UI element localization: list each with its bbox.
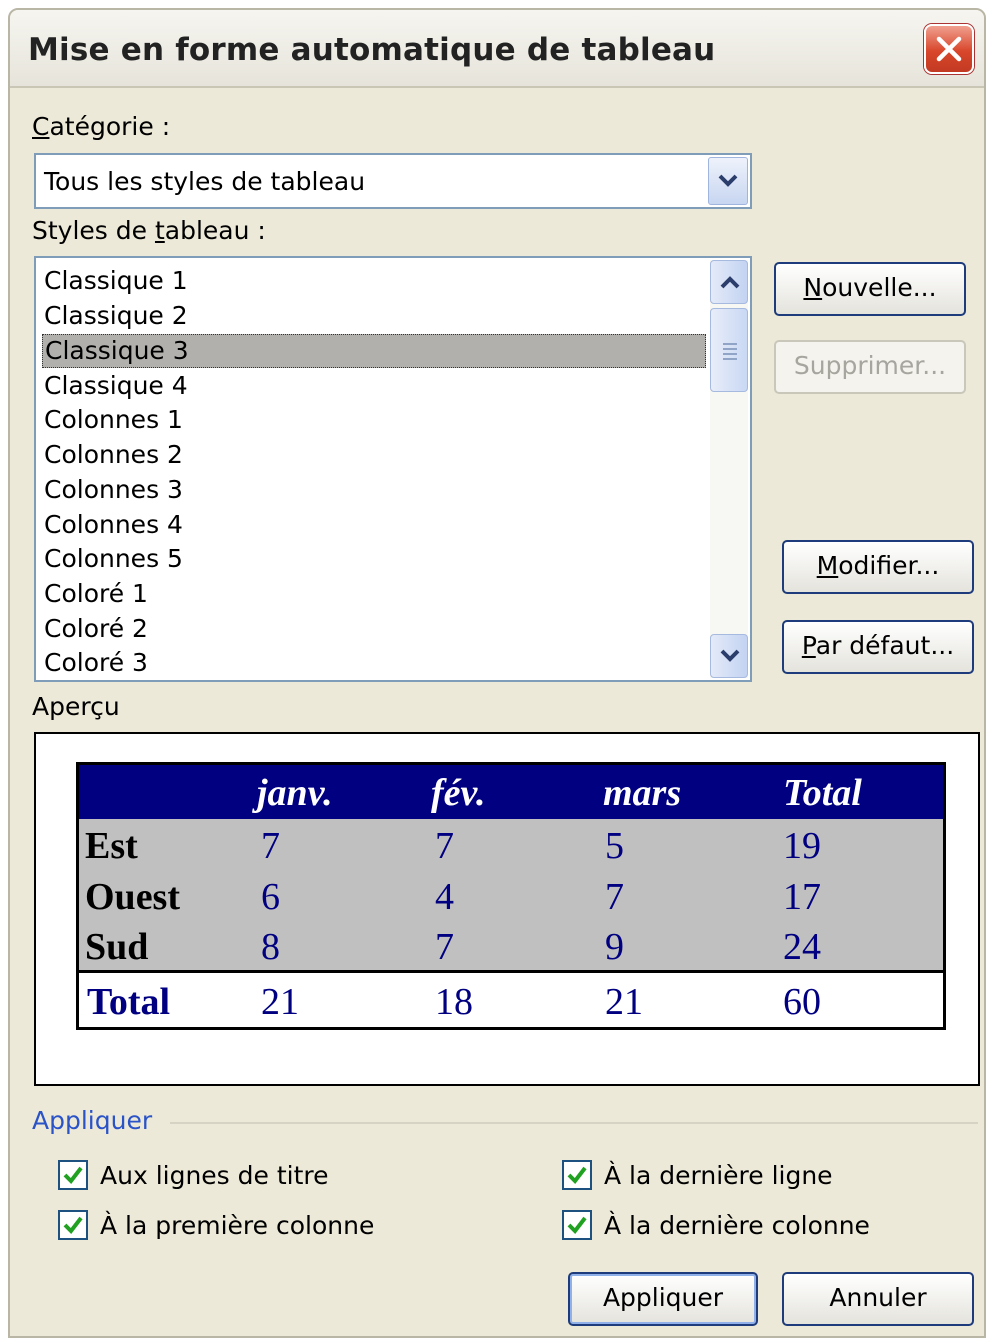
chevron-down-icon (720, 649, 740, 662)
scroll-down-button[interactable] (710, 634, 748, 678)
checkmark-icon (63, 1166, 83, 1185)
data-cell: 6 (261, 876, 280, 918)
category-label: Catégorie : (32, 112, 171, 141)
row-header: Sud (85, 926, 149, 968)
autoformat-dialog: Mise en forme automatique de tableau Cat… (8, 8, 986, 1338)
checkmark-icon (63, 1216, 83, 1235)
scroll-up-button[interactable] (710, 260, 748, 304)
header-cell: janv. (257, 772, 333, 814)
total-label: Total (87, 981, 171, 1023)
data-cell: 7 (261, 825, 280, 867)
list-item[interactable]: Coloré 3 (42, 646, 706, 680)
data-cell: 7 (605, 876, 624, 918)
checkbox[interactable] (58, 1210, 88, 1240)
list-item[interactable]: Coloré 1 (42, 577, 706, 611)
preview-panel: janv. fév. mars Total Est 7 7 5 19 Ouest… (34, 732, 980, 1086)
checkbox-header-rows[interactable]: Aux lignes de titre (58, 1160, 329, 1190)
list-item-selected[interactable]: Classique 3 (42, 334, 706, 368)
checkmark-icon (567, 1166, 587, 1185)
total-cell: 60 (783, 981, 821, 1023)
styles-label: Styles de tableau : (32, 216, 266, 245)
new-style-button[interactable]: Nouvelle... (774, 262, 966, 316)
list-item[interactable]: Colonnes 3 (42, 473, 706, 507)
checkbox-first-column[interactable]: À la première colonne (58, 1210, 374, 1240)
row-header: Ouest (85, 876, 180, 918)
apply-group-label: Appliquer (32, 1106, 153, 1135)
preview-label: Aperçu (32, 692, 120, 721)
modify-style-button[interactable]: Modifier... (782, 540, 974, 594)
header-cell: mars (603, 772, 682, 814)
data-cell: 8 (261, 926, 280, 968)
data-cell: 7 (435, 926, 454, 968)
chevron-down-icon (718, 174, 738, 187)
apply-button[interactable]: Appliquer (568, 1272, 758, 1326)
list-item[interactable]: Colonnes 1 (42, 403, 706, 437)
grip-line (723, 358, 737, 360)
list-item[interactable]: Coloré 2 (42, 612, 706, 646)
data-cell: 19 (783, 825, 821, 867)
total-cell: 21 (605, 981, 643, 1023)
preview-table: janv. fév. mars Total Est 7 7 5 19 Ouest… (76, 762, 946, 1030)
close-icon (936, 36, 962, 62)
checkbox-label: Aux lignes de titre (100, 1160, 329, 1190)
delete-style-button[interactable]: Supprimer... (774, 340, 966, 394)
checkbox-label: À la dernière colonne (604, 1210, 870, 1240)
list-item[interactable]: Colonnes 5 (42, 542, 706, 576)
data-cell: 17 (783, 876, 821, 918)
checkbox[interactable] (562, 1210, 592, 1240)
styles-list[interactable]: Classique 1 Classique 2 Classique 3 Clas… (34, 256, 752, 682)
checkbox-last-row[interactable]: À la dernière ligne (562, 1160, 833, 1190)
list-item[interactable]: Classique 1 (42, 264, 706, 298)
category-select[interactable]: Tous les styles de tableau (34, 153, 752, 209)
preview-body: Est 7 7 5 19 Ouest 6 4 7 17 Sud 8 7 9 24 (79, 819, 943, 973)
row-header: Est (85, 825, 138, 867)
list-item[interactable]: Classique 4 (42, 369, 706, 403)
title-bar: Mise en forme automatique de tableau (10, 10, 984, 88)
checkmark-icon (567, 1216, 587, 1235)
checkbox-last-column[interactable]: À la dernière colonne (562, 1210, 870, 1240)
grip-line (723, 353, 737, 355)
data-cell: 4 (435, 876, 454, 918)
group-divider (170, 1122, 978, 1124)
data-cell: 9 (605, 926, 624, 968)
scroll-thumb[interactable] (710, 308, 748, 392)
preview-total-row: Total 21 18 21 60 (79, 976, 943, 1027)
total-cell: 21 (261, 981, 299, 1023)
grip-line (723, 348, 737, 350)
checkbox[interactable] (58, 1160, 88, 1190)
cancel-button[interactable]: Annuler (782, 1272, 974, 1326)
data-cell: 5 (605, 825, 624, 867)
list-item[interactable]: Colonnes 2 (42, 438, 706, 472)
list-item[interactable]: Colonnes 4 (42, 508, 706, 542)
checkbox-label: À la première colonne (100, 1210, 375, 1240)
set-default-button[interactable]: Par défaut... (782, 620, 974, 674)
styles-scrollbar[interactable] (710, 260, 748, 678)
preview-header-row: janv. fév. mars Total (79, 765, 943, 819)
category-value: Tous les styles de tableau (44, 167, 366, 196)
header-cell: fév. (431, 772, 486, 814)
grip-line (723, 343, 737, 345)
total-cell: 18 (435, 981, 473, 1023)
window-title: Mise en forme automatique de tableau (28, 32, 716, 68)
checkbox[interactable] (562, 1160, 592, 1190)
data-cell: 24 (783, 926, 821, 968)
chevron-up-icon (720, 276, 740, 289)
list-item[interactable]: Classique 2 (42, 299, 706, 333)
close-button[interactable] (924, 24, 974, 74)
data-cell: 7 (435, 825, 454, 867)
header-cell: Total (783, 772, 862, 814)
checkbox-label: À la dernière ligne (604, 1160, 833, 1190)
category-dropdown-button[interactable] (708, 157, 748, 205)
